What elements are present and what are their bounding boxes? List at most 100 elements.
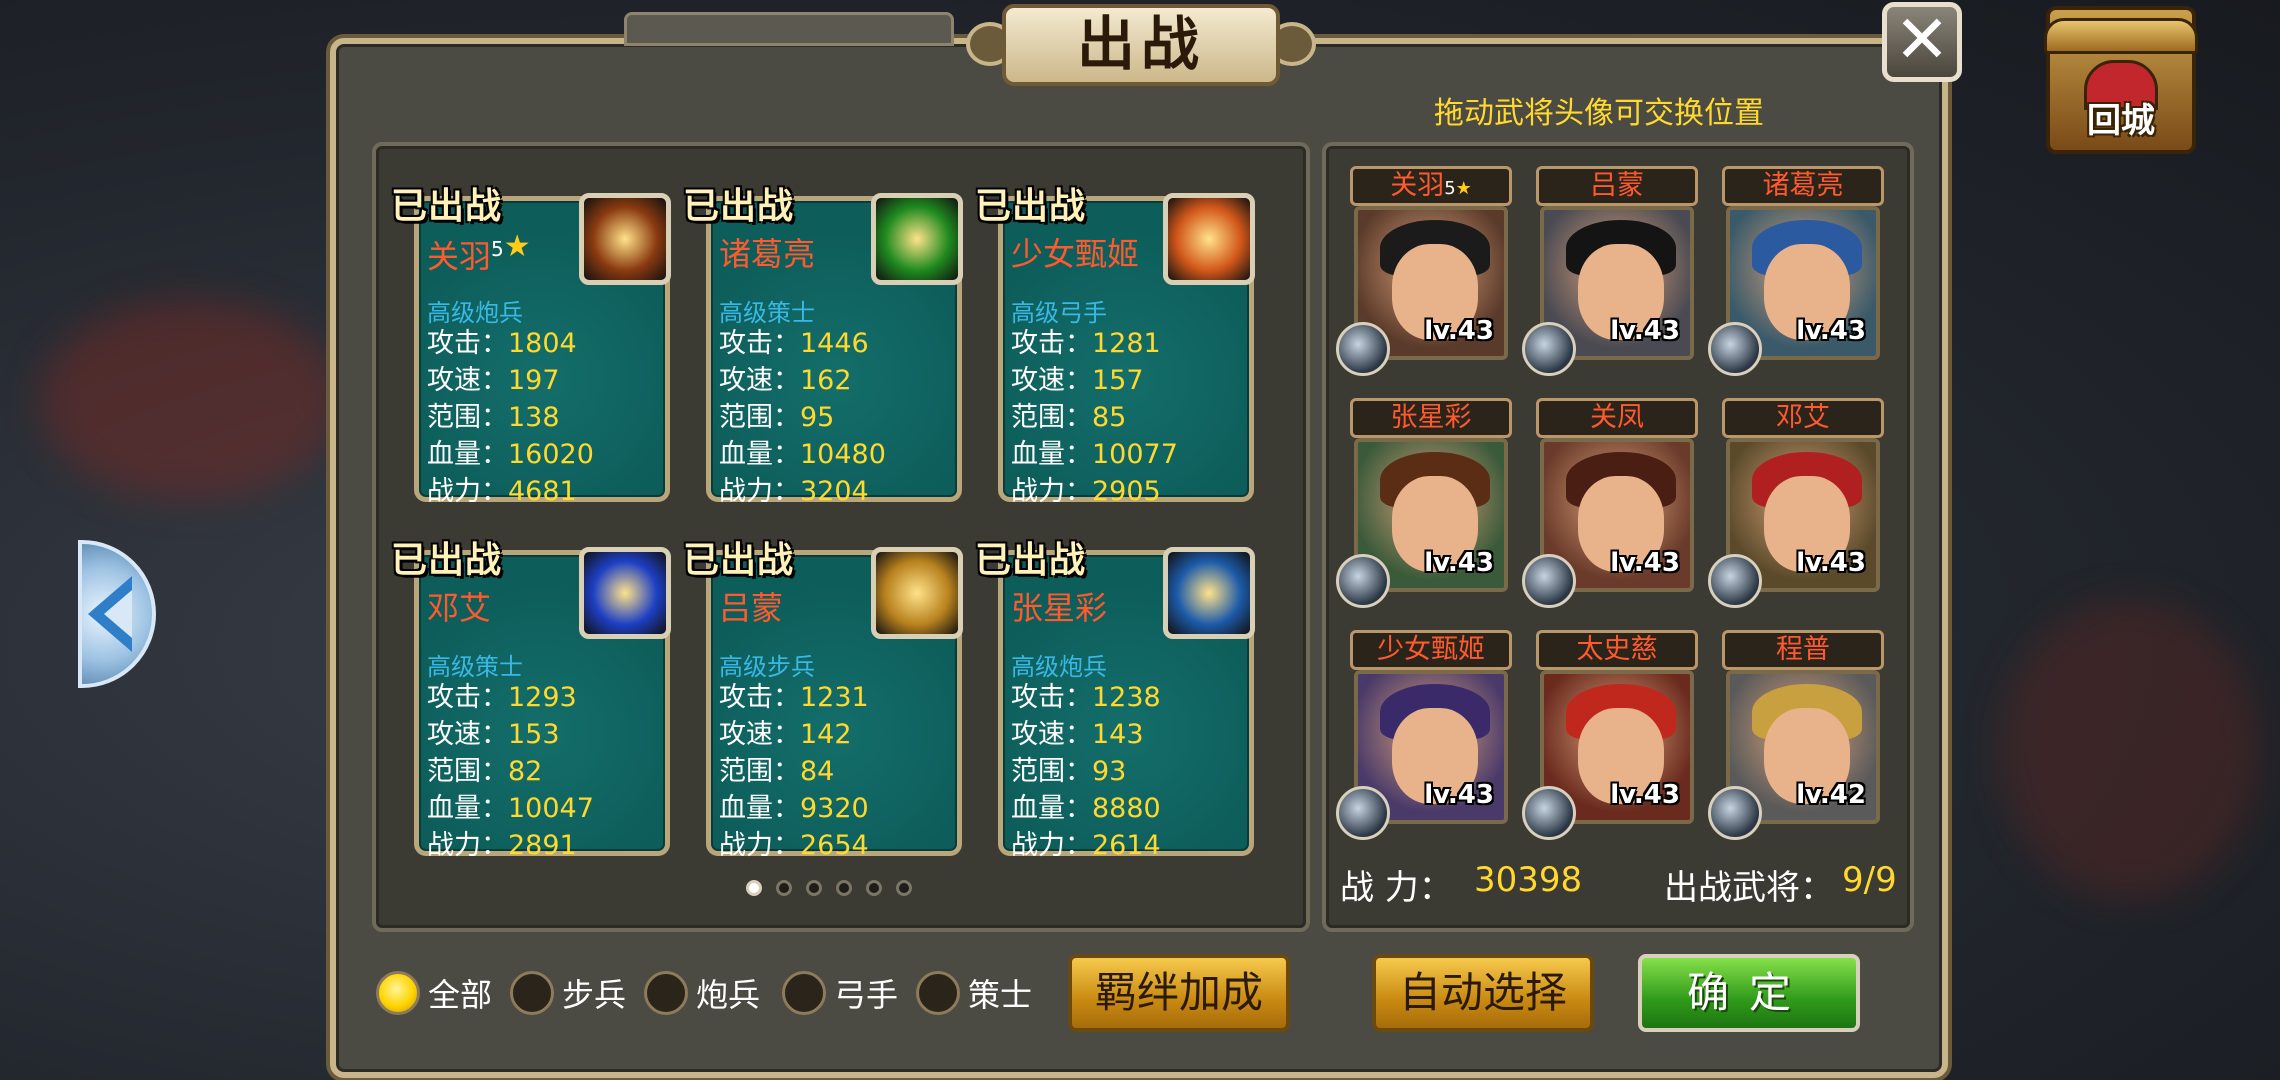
stat-label: 攻击： <box>719 682 800 713</box>
hero-name: 邓艾 <box>427 589 492 627</box>
shield-skill-icon <box>871 547 963 639</box>
stat-row: 战力：2905 <box>1011 473 1178 510</box>
hero-level: lv.43 <box>1424 548 1494 578</box>
stat-value: 2654 <box>800 830 869 861</box>
stat-row: 血量：9320 <box>719 790 869 827</box>
hero-stats: 攻击：1231 攻速：142 范围：84 血量：9320 战力：2654 <box>719 679 869 864</box>
lineup-hero-slot[interactable]: 程普 lv.42 <box>1708 630 1884 840</box>
page-dot[interactable] <box>746 880 762 896</box>
crossed-swords-skill-icon <box>579 547 671 639</box>
filter-artillery[interactable]: 炮兵 <box>644 968 760 1018</box>
lineup-hero-slot[interactable]: 太史慈 lv.43 <box>1522 630 1698 840</box>
stat-label: 范围： <box>719 756 800 787</box>
stat-value: 1446 <box>800 328 869 359</box>
hero-class: 高级步兵 <box>719 653 815 681</box>
hero-level: lv.42 <box>1796 780 1866 810</box>
stat-value: 2905 <box>1092 476 1161 507</box>
stat-row: 攻速：142 <box>719 716 869 753</box>
stat-row: 血量：16020 <box>427 436 594 473</box>
hero-card[interactable]: 已出战 张星彩 高级炮兵 攻击：1238 攻速：143 范围：93 血量：8880 战力：26… <box>975 540 1255 861</box>
stat-label: 战力： <box>427 476 508 507</box>
stat-label: 范围： <box>719 402 800 433</box>
hero-card[interactable]: 已出战 吕蒙 高级步兵 攻击：1231 攻速：142 范围：84 血量：9320 战力：265… <box>683 540 963 861</box>
stat-value: 1804 <box>508 328 577 359</box>
filter-all[interactable]: 全部 <box>376 968 492 1018</box>
radio-button[interactable] <box>916 971 960 1015</box>
deploy-count-value: 9/9 <box>1842 860 1897 900</box>
stat-value: 9320 <box>800 793 869 824</box>
stat-label: 战力： <box>719 476 800 507</box>
page-dot[interactable] <box>806 880 822 896</box>
hero-stats: 攻击：1293 攻速：153 范围：82 血量：10047 战力：2891 <box>427 679 594 864</box>
page-dot[interactable] <box>776 880 792 896</box>
close-button[interactable]: ✕ <box>1882 2 1962 82</box>
hero-level: lv.43 <box>1796 548 1866 578</box>
previous-page-arrow[interactable] <box>78 540 156 688</box>
page-dot[interactable] <box>896 880 912 896</box>
radio-button[interactable] <box>782 971 826 1015</box>
hero-stats: 攻击：1804 攻速：197 范围：138 血量：16020 战力：4681 <box>427 325 594 510</box>
star-icon: ★ <box>503 229 531 264</box>
hero-card[interactable]: 已出战 少女甄姬 高级弓手 攻击：1281 攻速：157 范围：85 血量：10077 战力：… <box>975 186 1255 507</box>
hero-class: 高级策士 <box>427 653 523 681</box>
filter-label: 步兵 <box>562 976 627 1014</box>
pagoda-roof-icon <box>2044 18 2198 54</box>
page-dot[interactable] <box>866 880 882 896</box>
filter-infantry[interactable]: 步兵 <box>510 968 626 1018</box>
confirm-button[interactable]: 确定 <box>1638 954 1860 1032</box>
lineup-hero-slot[interactable]: 诸葛亮 lv.43 <box>1708 166 1884 376</box>
hero-name: 少女甄姬 <box>1011 235 1140 273</box>
stat-value: 1293 <box>508 682 577 713</box>
hero-card[interactable]: 已出战 关羽5★ 高级炮兵 攻击：1804 攻速：197 范围：138 血量：16020 战力… <box>391 186 671 507</box>
lineup-hero-slot[interactable]: 少女甄姬 lv.43 <box>1336 630 1512 840</box>
crossbow-icon <box>1336 786 1390 840</box>
lineup-hero-slot[interactable]: 关羽5★ lv.43 <box>1336 166 1512 376</box>
lineup-hero-name: 吕蒙 <box>1536 166 1698 206</box>
stat-value: 93 <box>1092 756 1127 787</box>
deployed-badge: 已出战 <box>391 186 503 227</box>
stat-label: 战力： <box>1011 476 1092 507</box>
stat-value: 142 <box>800 719 852 750</box>
radio-button[interactable] <box>510 971 554 1015</box>
stat-value: 8880 <box>1092 793 1161 824</box>
radio-button[interactable] <box>644 971 688 1015</box>
stat-value: 1231 <box>800 682 869 713</box>
stat-label: 攻击： <box>1011 328 1092 359</box>
auto-select-button[interactable]: 自动选择 <box>1372 954 1594 1032</box>
stat-row: 范围：95 <box>719 399 886 436</box>
stat-row: 攻速：153 <box>427 716 594 753</box>
stat-label: 血量： <box>1011 439 1092 470</box>
fan-icon <box>1708 554 1762 608</box>
return-city-button[interactable]: 回城 <box>2044 6 2198 154</box>
page-dot[interactable] <box>836 880 852 896</box>
bond-bonus-button[interactable]: 羁绊加成 <box>1068 954 1290 1032</box>
filter-strategist[interactable]: 策士 <box>916 968 1032 1018</box>
stat-label: 攻速： <box>427 365 508 396</box>
power-label: 战 力： <box>1340 868 1453 908</box>
hero-card[interactable]: 已出战 诸葛亮 高级策士 攻击：1446 攻速：162 范围：95 血量：10480 战力：3… <box>683 186 963 507</box>
stat-value: 16020 <box>508 439 594 470</box>
lineup-hero-name: 程普 <box>1722 630 1884 670</box>
stat-label: 范围： <box>427 402 508 433</box>
stat-label: 攻击： <box>427 328 508 359</box>
radio-button-selected[interactable] <box>376 971 420 1015</box>
stat-row: 攻速：162 <box>719 362 886 399</box>
lineup-hero-slot[interactable]: 吕蒙 lv.43 <box>1522 166 1698 376</box>
power-value: 30398 <box>1474 860 1583 900</box>
stat-value: 1281 <box>1092 328 1161 359</box>
lineup-hero-slot[interactable]: 关凤 lv.43 <box>1522 398 1698 608</box>
deployed-badge: 已出战 <box>975 186 1087 227</box>
deployed-badge: 已出战 <box>683 540 795 581</box>
stat-label: 攻速： <box>1011 365 1092 396</box>
stat-value: 84 <box>800 756 835 787</box>
stat-row: 攻击：1293 <box>427 679 594 716</box>
stat-value: 10047 <box>508 793 594 824</box>
hero-name: 诸葛亮 <box>719 235 816 273</box>
star-rank: 5★ <box>491 229 531 264</box>
hero-card[interactable]: 已出战 邓艾 高级策士 攻击：1293 攻速：153 范围：82 血量：10047 战力：28… <box>391 540 671 861</box>
lineup-hero-slot[interactable]: 张星彩 lv.43 <box>1336 398 1512 608</box>
filter-archer[interactable]: 弓手 <box>782 968 898 1018</box>
lineup-hero-slot[interactable]: 邓艾 lv.43 <box>1708 398 1884 608</box>
filter-label: 策士 <box>968 976 1033 1014</box>
bomb-icon <box>1336 554 1390 608</box>
